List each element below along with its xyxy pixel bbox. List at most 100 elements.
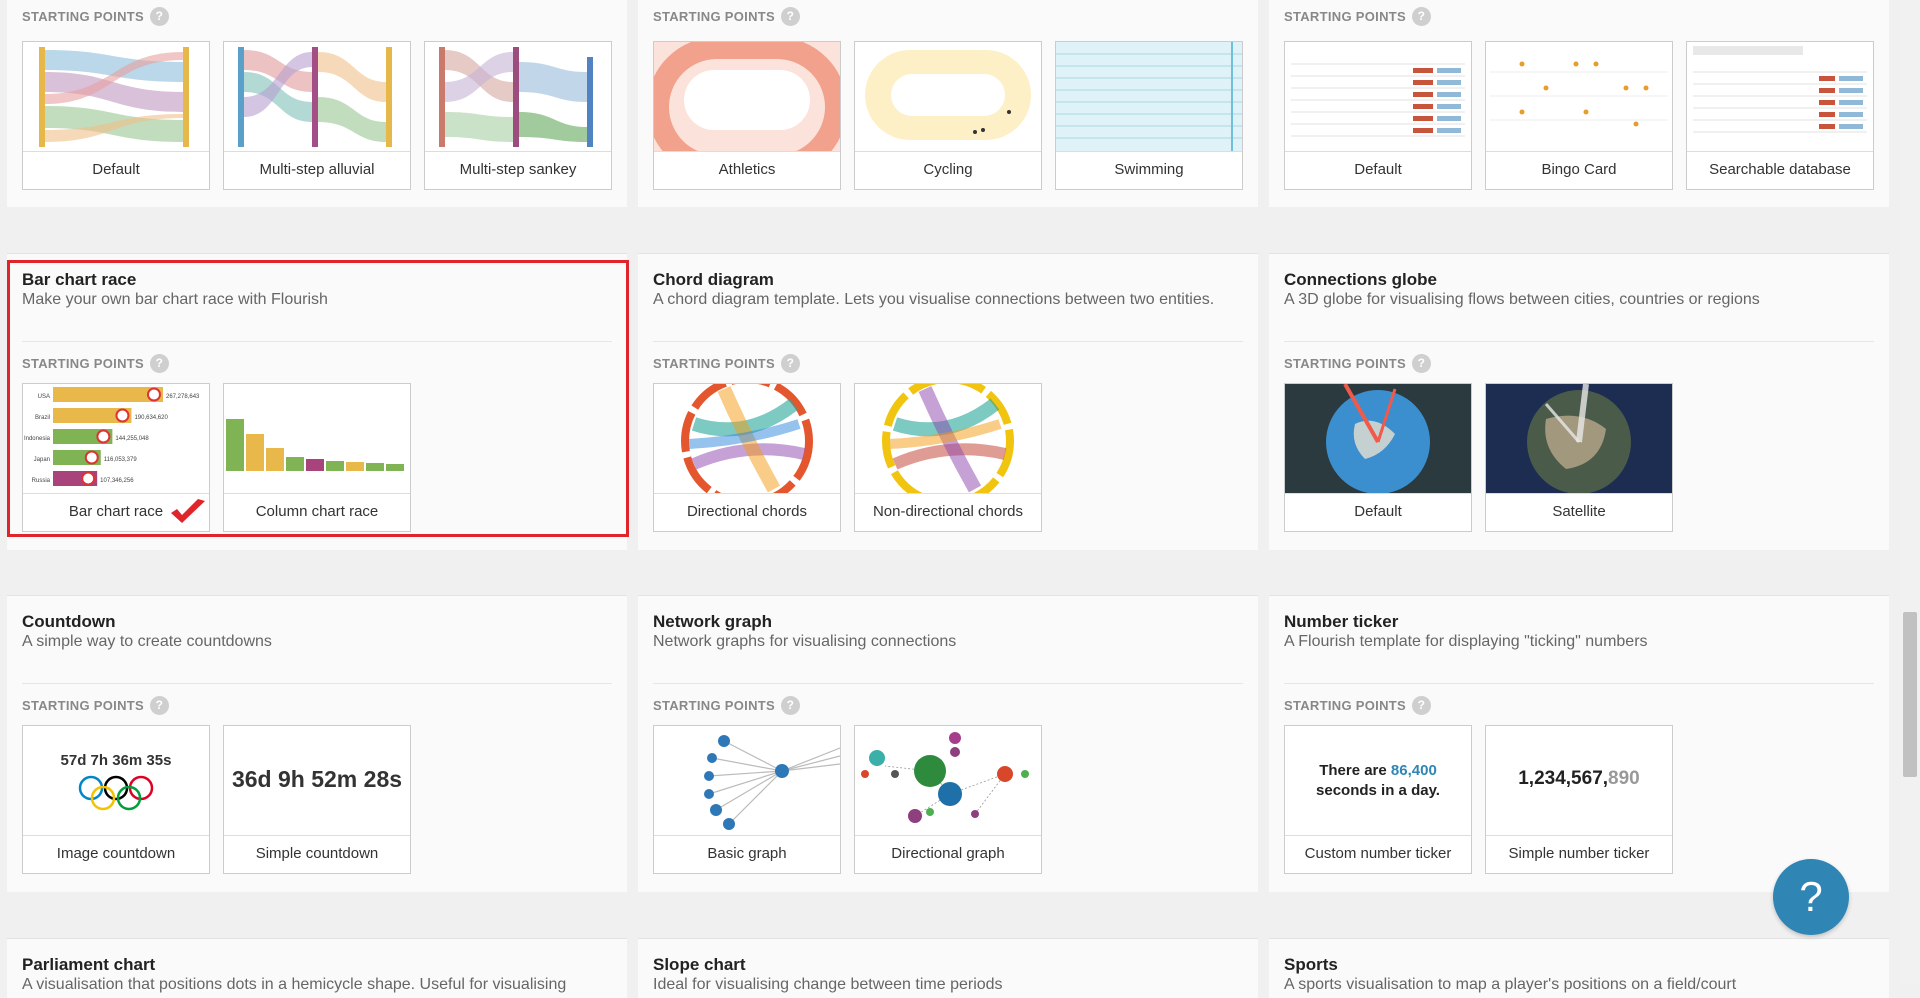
tile-directional-graph[interactable]: Directional graph: [854, 725, 1042, 874]
card-countdown[interactable]: Countdown A simple way to create countdo…: [7, 595, 627, 892]
card-title: Sports: [1284, 955, 1338, 974]
card-title: Chord diagram: [653, 270, 774, 289]
card-title: Connections globe: [1284, 270, 1437, 289]
card-description: Ideal for visualising change between tim…: [653, 976, 1003, 993]
database-thumbnail: [1687, 42, 1873, 152]
tile-image-countdown[interactable]: 57d 7h 36m 35s Image countdown: [22, 725, 210, 874]
custom-ticker-thumbnail: There are 86,400 seconds in a day.: [1285, 726, 1471, 836]
tile-label: Cycling: [923, 161, 973, 178]
tile-athletics[interactable]: Athletics: [653, 41, 841, 190]
card-alluvial: STARTING POINTS? Default Multi-step allu…: [7, 0, 627, 207]
divider: [1284, 683, 1874, 684]
tile-label: Directional chords: [686, 503, 808, 520]
cycling-thumbnail: [855, 42, 1041, 152]
tile-multi-step-sankey[interactable]: Multi-step sankey: [424, 41, 612, 190]
card-parliament-chart[interactable]: Parliament chart A visualisation that po…: [7, 938, 627, 998]
table-thumbnail: [1285, 42, 1471, 152]
globe-thumbnail: [1285, 384, 1471, 494]
card-chord-diagram[interactable]: Chord diagram A chord diagram template. …: [638, 253, 1258, 550]
help-icon[interactable]: ?: [780, 7, 800, 26]
help-icon[interactable]: ?: [1411, 354, 1431, 373]
card-description: A visualisation that positions dots in a…: [22, 976, 567, 993]
divider: [1284, 341, 1874, 342]
chord-thumbnail: [855, 384, 1041, 494]
tile-label: Default: [1354, 503, 1402, 520]
countdown-value: 36d 9h 52m 28s: [231, 766, 403, 792]
tile-searchable-database[interactable]: Searchable database: [1686, 41, 1874, 190]
card-title: Countdown: [22, 612, 116, 631]
help-icon[interactable]: ?: [149, 7, 169, 26]
tile-label: Bingo Card: [1541, 161, 1617, 178]
network-thumbnail: [654, 726, 840, 836]
starting-points-heading: STARTING POINTS?: [1284, 696, 1431, 715]
tile-label: Searchable database: [1709, 161, 1851, 178]
alluvial-thumbnail: [224, 42, 410, 152]
tile-basic-graph[interactable]: Basic graph: [653, 725, 841, 874]
tile-label: Swimming: [1114, 161, 1184, 178]
card-description: Network graphs for visualising connectio…: [653, 633, 957, 650]
tile-label: Simple number ticker: [1508, 845, 1650, 862]
starting-points-heading: STARTING POINTS?: [653, 354, 800, 373]
tile-simple-number-ticker[interactable]: 1,234,567,890 Simple number ticker: [1485, 725, 1673, 874]
help-icon[interactable]: ?: [1411, 7, 1431, 26]
ticker-number: 1,234,567,890: [1518, 768, 1640, 789]
divider: [653, 341, 1243, 342]
tile-multi-step-alluvial[interactable]: Multi-step alluvial: [223, 41, 411, 190]
scrollbar-thumb[interactable]: [1903, 612, 1917, 777]
divider: [653, 683, 1243, 684]
tile-cycling[interactable]: Cycling: [854, 41, 1042, 190]
card-connections-globe[interactable]: Connections globe A 3D globe for visuali…: [1269, 253, 1889, 550]
help-button[interactable]: ?: [1773, 859, 1849, 935]
tile-custom-number-ticker[interactable]: There are 86,400 seconds in a day. Custo…: [1284, 725, 1472, 874]
starting-points-heading: STARTING POINTS?: [653, 7, 800, 26]
card-description: A sports visualisation to map a player's…: [1284, 976, 1737, 993]
card-description: A simple way to create countdowns: [22, 633, 272, 650]
card-description: A Flourish template for displaying "tick…: [1284, 633, 1648, 650]
card-table: STARTING POINTS? Default Bingo Card Sear…: [1269, 0, 1889, 207]
tile-label: Directional graph: [891, 845, 1005, 862]
card-network-graph[interactable]: Network graph Network graphs for visuali…: [638, 595, 1258, 892]
tile-globe-satellite[interactable]: Satellite: [1485, 383, 1673, 532]
tile-non-directional-chords[interactable]: Non-directional chords: [854, 383, 1042, 532]
tile-default-alluvial[interactable]: Default: [22, 41, 210, 190]
globe-thumbnail: [1486, 384, 1672, 494]
card-race-tracks: STARTING POINTS? Athletics Cycling Swimm…: [638, 0, 1258, 207]
network-thumbnail: [855, 726, 1041, 836]
tile-label: Image countdown: [56, 845, 176, 862]
tile-label: Athletics: [718, 161, 776, 178]
bingo-thumbnail: [1486, 42, 1672, 152]
help-icon[interactable]: ?: [1411, 696, 1431, 715]
tile-directional-chords[interactable]: Directional chords: [653, 383, 841, 532]
card-title: Number ticker: [1284, 612, 1399, 631]
tile-label: Custom number ticker: [1304, 845, 1452, 862]
tile-label: Multi-step sankey: [459, 161, 577, 178]
tile-simple-countdown[interactable]: 36d 9h 52m 28s Simple countdown: [223, 725, 411, 874]
tile-label: Basic graph: [707, 845, 787, 862]
sankey-thumbnail: [425, 42, 611, 152]
tile-default-table[interactable]: Default: [1284, 41, 1472, 190]
scrollbar[interactable]: [1901, 0, 1920, 983]
card-sports[interactable]: Sports A sports visualisation to map a p…: [1269, 938, 1889, 998]
alluvial-thumbnail: [23, 42, 209, 152]
help-icon[interactable]: ?: [780, 354, 800, 373]
starting-points-heading: STARTING POINTS?: [1284, 354, 1431, 373]
selection-highlight: [7, 260, 629, 537]
tile-bingo-card[interactable]: Bingo Card: [1485, 41, 1673, 190]
starting-points-heading: STARTING POINTS?: [22, 696, 169, 715]
card-title: Network graph: [653, 612, 773, 631]
tile-label: Simple countdown: [255, 845, 379, 862]
help-icon[interactable]: ?: [780, 696, 800, 715]
divider: [22, 683, 612, 684]
card-slope-chart[interactable]: Slope chart Ideal for visualising change…: [638, 938, 1258, 998]
tile-label: Default: [1354, 161, 1402, 178]
template-gallery: STARTING POINTS? Default Multi-step allu…: [0, 0, 1920, 998]
simple-countdown-thumbnail: 36d 9h 52m 28s: [224, 726, 410, 836]
ticker-number: 86,400: [1390, 762, 1437, 779]
tile-swimming[interactable]: Swimming: [1055, 41, 1243, 190]
card-title: Parliament chart: [22, 955, 156, 974]
card-number-ticker[interactable]: Number ticker A Flourish template for di…: [1269, 595, 1889, 892]
help-icon[interactable]: ?: [149, 696, 169, 715]
ticker-line-2: seconds in a day.: [1316, 782, 1440, 799]
chord-thumbnail: [654, 384, 840, 494]
tile-globe-default[interactable]: Default: [1284, 383, 1472, 532]
